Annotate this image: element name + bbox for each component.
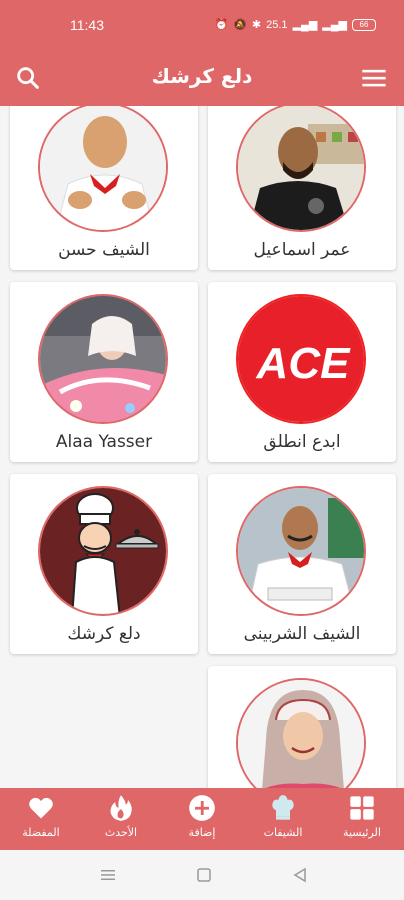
status-bar: 11:43 ⏰ 🔕 ✱ 25.1 ▂▄▆ ▂▄▆ 66 — [0, 0, 404, 50]
battery-icon: 66 — [352, 18, 376, 31]
menu-icon[interactable] — [360, 64, 388, 92]
nav-add[interactable]: إضافة — [167, 794, 237, 839]
chef-hat-icon — [272, 795, 294, 820]
add-icon — [189, 795, 215, 821]
nav-label: الرئيسية — [343, 826, 381, 839]
recent-apps-icon[interactable] — [100, 867, 116, 883]
chef-card[interactable]: عمر اسماعيل — [208, 106, 396, 270]
app-bar: دلع كرشك — [0, 50, 404, 106]
nav-favorites[interactable]: المفضلة — [6, 794, 76, 839]
chef-card[interactable]: الشيف الشربينى — [208, 474, 396, 654]
status-time: 11:43 — [70, 17, 104, 33]
home-icon[interactable] — [196, 867, 212, 883]
nav-label: الأحدث — [104, 826, 138, 839]
nav-label: المفضلة — [22, 826, 60, 839]
bluetooth-icon: ✱ — [251, 19, 262, 31]
grid-icon — [350, 796, 374, 820]
page-title: دلع كرشك — [151, 64, 253, 88]
fire-icon — [110, 795, 132, 821]
chef-card[interactable]: Alaa Yasser — [10, 282, 198, 462]
back-icon[interactable] — [292, 867, 308, 883]
signal-icon: ▂▄▆ — [292, 19, 318, 31]
mute-icon: 🔕 — [233, 19, 247, 31]
network-speed: 25.1 — [266, 18, 288, 31]
chef-card[interactable]: الشيف حسن — [10, 106, 198, 270]
chef-avatar — [38, 106, 168, 232]
chefs-grid: الشيف حسن عمر اسماعيل Alaa Yasser ACE اب… — [0, 106, 404, 788]
nav-label: إضافة — [188, 826, 216, 839]
alarm-icon: ⏰ — [214, 19, 229, 31]
chef-avatar — [38, 294, 168, 424]
chef-name: عمر اسماعيل — [253, 240, 351, 260]
chef-avatar — [236, 678, 366, 788]
ace-logo-text: ACE — [256, 339, 352, 388]
system-nav-bar — [0, 850, 404, 900]
nav-chefs[interactable]: الشيفات — [248, 794, 318, 839]
chef-avatar — [236, 486, 366, 616]
chef-name: الشيف الشربينى — [243, 624, 361, 644]
chef-name: ابدع انطلق — [263, 432, 341, 452]
chef-card[interactable]: دلع كرشك — [10, 474, 198, 654]
chef-avatar — [38, 486, 168, 616]
nav-home[interactable]: الرئيسية — [327, 794, 397, 839]
nav-label: الشيفات — [263, 826, 303, 839]
chef-avatar: ACE — [236, 294, 366, 424]
chef-card[interactable]: ACE ابدع انطلق — [208, 282, 396, 462]
nav-latest[interactable]: الأحدث — [86, 794, 156, 839]
chef-avatar — [236, 106, 366, 232]
chef-card[interactable] — [208, 666, 396, 788]
signal-icon-2: ▂▄▆ — [322, 19, 347, 31]
chef-name: Alaa Yasser — [55, 432, 153, 452]
heart-icon — [29, 797, 53, 819]
chef-name: الشيف حسن — [58, 240, 150, 260]
status-icons: ⏰ 🔕 ✱ 25.1 ▂▄▆ ▂▄▆ 66 — [215, 18, 376, 31]
bottom-navigation: الرئيسية الشيفات إضافة الأحدث المفضلة — [0, 788, 404, 850]
chef-name: دلع كرشك — [67, 624, 141, 644]
